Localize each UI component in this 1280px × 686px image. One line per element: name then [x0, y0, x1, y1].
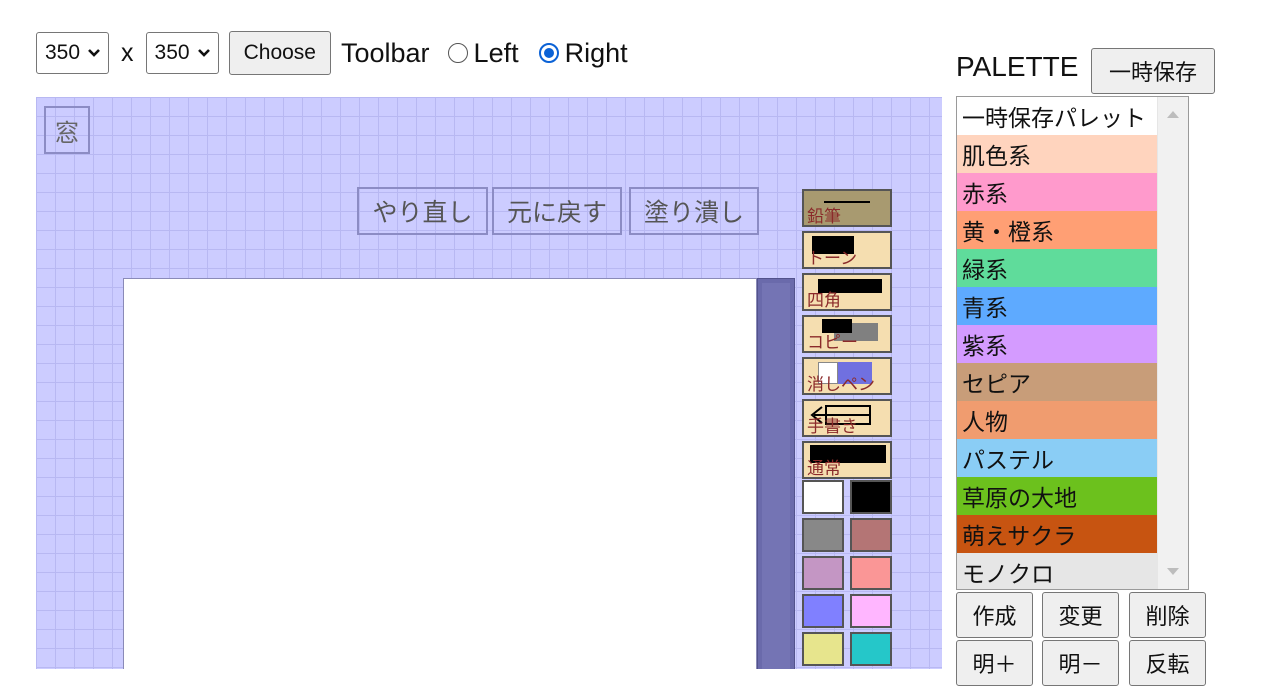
dimension-separator: x: [121, 38, 134, 67]
toolbar-right-radio[interactable]: Right: [538, 37, 628, 69]
color-swatch-pink[interactable]: [850, 594, 892, 628]
palette-item[interactable]: 草原の大地: [957, 477, 1157, 515]
tool-tone-label: トーン: [807, 249, 858, 269]
palette-item[interactable]: 紫系: [957, 325, 1157, 363]
scroll-up-arrow-icon[interactable]: [1167, 111, 1179, 118]
color-swatch-white[interactable]: [802, 480, 844, 514]
toolbar-left-radio[interactable]: Left: [447, 37, 519, 69]
brightness-down-button[interactable]: 明－: [1042, 640, 1119, 686]
window-button[interactable]: 窓: [44, 106, 90, 154]
palette-item[interactable]: 緑系: [957, 249, 1157, 287]
tool-normal[interactable]: 通常: [802, 441, 892, 479]
brightness-up-button[interactable]: 明＋: [956, 640, 1033, 686]
color-swatch-teal[interactable]: [850, 632, 892, 666]
palette-delete-button[interactable]: 削除: [1129, 592, 1206, 638]
toolbar-position-label: Toolbar: [340, 37, 430, 68]
color-swatch-rose-brown[interactable]: [850, 518, 892, 552]
tool-rectangle[interactable]: 四角: [802, 273, 892, 311]
tool-copy-label: コピー: [807, 333, 858, 353]
canvas-scrollbar[interactable]: [757, 278, 795, 669]
radio-unselected-icon[interactable]: [447, 43, 468, 63]
palette-item[interactable]: 青系: [957, 287, 1157, 325]
palette-list[interactable]: 一時保存パレット 肌色系 赤系 黄・橙系 緑系 青系 紫系 セピア 人物 パステ…: [956, 96, 1189, 590]
scroll-down-arrow-icon[interactable]: [1167, 568, 1179, 575]
tool-eraser-pen[interactable]: 消しペン: [802, 357, 892, 395]
palette-item[interactable]: パステル: [957, 439, 1157, 477]
tool-pencil[interactable]: 鉛筆: [802, 189, 892, 227]
tool-freehand[interactable]: 手書き: [802, 399, 892, 437]
palette-item[interactable]: 一時保存パレット: [957, 97, 1157, 135]
color-swatch-black[interactable]: [850, 480, 892, 514]
size-toolbar: 350 x 350 Choose Toolbar Left Right: [36, 30, 628, 76]
undo-button[interactable]: 元に戻す: [492, 187, 622, 235]
fill-button[interactable]: 塗り潰し: [629, 187, 759, 235]
invert-button[interactable]: 反転: [1129, 640, 1206, 686]
palette-item[interactable]: 肌色系: [957, 135, 1157, 173]
width-select[interactable]: 350: [36, 32, 110, 74]
color-swatch-mauve[interactable]: [802, 556, 844, 590]
palette-item[interactable]: 赤系: [957, 173, 1157, 211]
toolbar-right-label: Right: [564, 37, 628, 68]
redo-button[interactable]: やり直し: [357, 187, 488, 235]
temp-save-button[interactable]: 一時保存: [1091, 48, 1215, 94]
tool-eraser-pen-label: 消しペン: [807, 375, 875, 395]
height-select[interactable]: 350: [145, 32, 219, 74]
palette-item[interactable]: 萌えサクラ: [957, 515, 1157, 553]
palette-title: PALETTE: [956, 51, 1079, 82]
radio-selected-icon[interactable]: [538, 43, 559, 63]
drawing-workspace: 窓 やり直し 元に戻す 塗り潰し 鉛筆 トーン 四角 コピー 消しペン 手書き: [36, 97, 942, 669]
color-swatch-gray[interactable]: [802, 518, 844, 552]
palette-item[interactable]: セピア: [957, 363, 1157, 401]
palette-change-button[interactable]: 変更: [1042, 592, 1119, 638]
chevron-down-icon: [197, 47, 210, 59]
scrollbar-thumb[interactable]: [762, 283, 790, 669]
tool-pencil-label: 鉛筆: [807, 207, 841, 227]
color-swatch-yellow[interactable]: [802, 632, 844, 666]
toolbar-left-label: Left: [473, 37, 519, 68]
color-swatch-salmon[interactable]: [850, 556, 892, 590]
tool-tone[interactable]: トーン: [802, 231, 892, 269]
height-select-value: 350: [154, 41, 190, 64]
color-swatch-periwinkle[interactable]: [802, 594, 844, 628]
width-select-value: 350: [45, 41, 81, 64]
palette-item[interactable]: モノクロ: [957, 553, 1157, 589]
tool-normal-label: 通常: [807, 459, 841, 479]
tool-freehand-label: 手書き: [807, 417, 858, 437]
palette-create-button[interactable]: 作成: [956, 592, 1033, 638]
palette-item[interactable]: 黄・橙系: [957, 211, 1157, 249]
choose-button[interactable]: Choose: [228, 31, 331, 75]
tool-copy[interactable]: コピー: [802, 315, 892, 353]
chevron-down-icon: [88, 47, 100, 59]
tool-rectangle-label: 四角: [807, 291, 841, 311]
palette-list-scrollbar[interactable]: [1157, 97, 1188, 589]
drawing-canvas[interactable]: [123, 278, 757, 669]
palette-item[interactable]: 人物: [957, 401, 1157, 439]
